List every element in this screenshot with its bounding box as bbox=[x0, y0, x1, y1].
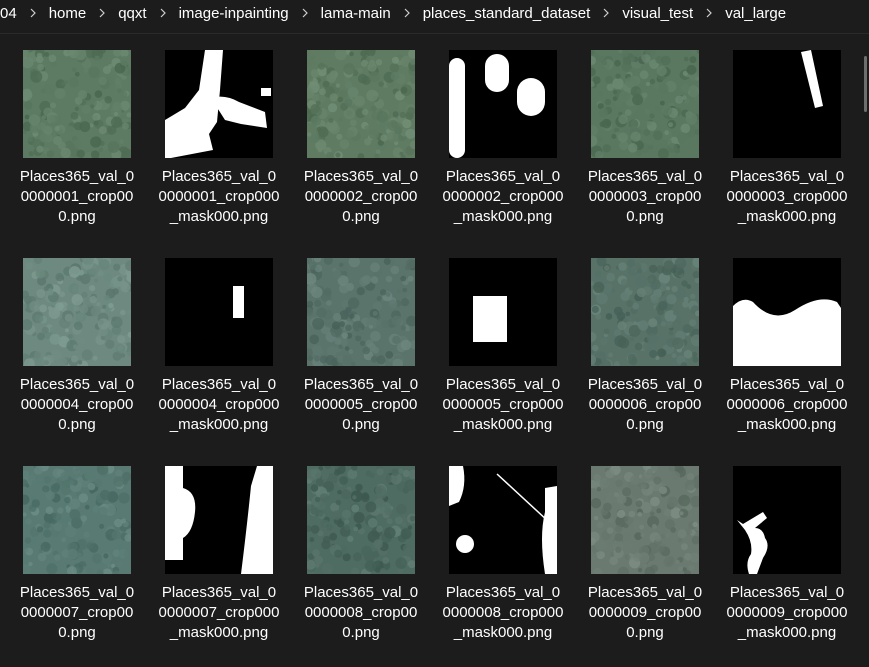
chevron-right-icon[interactable] bbox=[290, 0, 320, 26]
image-thumbnail[interactable] bbox=[23, 50, 131, 158]
breadcrumb-item[interactable]: lama-main bbox=[320, 5, 392, 22]
image-thumbnail[interactable] bbox=[591, 258, 699, 366]
file-tile[interactable]: Places365_val_00000003_crop000.png bbox=[574, 38, 716, 246]
file-name: Places365_val_00000008_crop000_mask000.p… bbox=[442, 584, 564, 641]
file-name: Places365_val_00000004_crop000.png bbox=[19, 376, 135, 433]
file-name: Places365_val_00000002_crop000_mask000.p… bbox=[442, 168, 564, 225]
file-name: Places365_val_00000003_crop000.png bbox=[587, 168, 703, 225]
file-name: Places365_val_00000007_crop000_mask000.p… bbox=[158, 584, 280, 641]
mask-thumbnail[interactable] bbox=[733, 50, 841, 158]
breadcrumb-item[interactable]: visual_test bbox=[621, 5, 694, 22]
file-tile[interactable]: Places365_val_00000004_crop000.png bbox=[6, 246, 148, 454]
mask-thumbnail[interactable] bbox=[165, 50, 273, 158]
breadcrumb-item[interactable]: image-inpainting bbox=[178, 5, 290, 22]
chevron-right-icon[interactable] bbox=[148, 0, 178, 26]
image-thumbnail[interactable] bbox=[591, 466, 699, 574]
mask-thumbnail[interactable] bbox=[165, 258, 273, 366]
file-tile[interactable]: Places365_val_00000008_crop000_mask000.p… bbox=[432, 454, 574, 662]
vertical-scrollbar[interactable] bbox=[862, 36, 869, 667]
file-tile[interactable]: Places365_val_00000001_crop000.png bbox=[6, 38, 148, 246]
image-thumbnail[interactable] bbox=[591, 50, 699, 158]
chevron-right-icon[interactable] bbox=[18, 0, 48, 26]
file-name: Places365_val_00000005_crop000.png bbox=[303, 376, 419, 433]
file-name: Places365_val_00000001_crop000.png bbox=[19, 168, 135, 225]
file-tile[interactable]: Places365_val_00000005_crop000.png bbox=[290, 246, 432, 454]
mask-thumbnail[interactable] bbox=[449, 258, 557, 366]
file-tile[interactable]: Places365_val_00000009_crop000_mask000.p… bbox=[716, 454, 858, 662]
file-name: Places365_val_00000006_crop000.png bbox=[587, 376, 703, 433]
file-name: Places365_val_00000009_crop000.png bbox=[587, 584, 703, 641]
file-name: Places365_val_00000008_crop000.png bbox=[303, 584, 419, 641]
breadcrumb-item[interactable]: val_large bbox=[724, 5, 787, 22]
mask-thumbnail[interactable] bbox=[733, 258, 841, 366]
image-thumbnail[interactable] bbox=[23, 258, 131, 366]
image-thumbnail[interactable] bbox=[307, 466, 415, 574]
chevron-right-icon[interactable] bbox=[87, 0, 117, 26]
file-tile[interactable]: Places365_val_00000007_crop000.png bbox=[6, 454, 148, 662]
file-name: Places365_val_00000007_crop000.png bbox=[19, 584, 135, 641]
file-name: Places365_val_00000009_crop000_mask000.p… bbox=[726, 584, 848, 641]
chevron-right-icon[interactable] bbox=[694, 0, 724, 26]
file-name: Places365_val_00000002_crop000.png bbox=[303, 168, 419, 225]
file-tile[interactable]: Places365_val_00000003_crop000_mask000.p… bbox=[716, 38, 858, 246]
file-tile[interactable]: Places365_val_00000008_crop000.png bbox=[290, 454, 432, 662]
divider bbox=[0, 33, 869, 34]
file-tile[interactable]: Places365_val_00000006_crop000_mask000.p… bbox=[716, 246, 858, 454]
chevron-right-icon[interactable] bbox=[591, 0, 621, 26]
breadcrumb-item[interactable]: qqxt bbox=[117, 5, 147, 22]
breadcrumb-item[interactable]: home bbox=[48, 5, 88, 22]
mask-thumbnail[interactable] bbox=[449, 466, 557, 574]
chevron-right-icon[interactable] bbox=[392, 0, 422, 26]
file-tile[interactable]: Places365_val_00000002_crop000_mask000.p… bbox=[432, 38, 574, 246]
image-thumbnail[interactable] bbox=[307, 258, 415, 366]
file-tile[interactable]: Places365_val_00000002_crop000.png bbox=[290, 38, 432, 246]
scrollbar-thumb[interactable] bbox=[864, 56, 867, 112]
file-name: Places365_val_00000005_crop000_mask000.p… bbox=[442, 376, 564, 433]
breadcrumb-item[interactable]: 04 bbox=[0, 5, 18, 22]
file-name: Places365_val_00000006_crop000_mask000.p… bbox=[726, 376, 848, 433]
image-thumbnail[interactable] bbox=[23, 466, 131, 574]
file-name: Places365_val_00000004_crop000_mask000.p… bbox=[158, 376, 280, 433]
breadcrumb-item[interactable]: places_standard_dataset bbox=[422, 5, 592, 22]
file-tile[interactable]: Places365_val_00000004_crop000_mask000.p… bbox=[148, 246, 290, 454]
breadcrumb: 04 home qqxt image-inpainting lama-main place… bbox=[0, 0, 869, 26]
file-tile[interactable]: Places365_val_00000001_crop000_mask000.p… bbox=[148, 38, 290, 246]
mask-thumbnail[interactable] bbox=[449, 50, 557, 158]
file-name: Places365_val_00000001_crop000_mask000.p… bbox=[158, 168, 280, 225]
file-name: Places365_val_00000003_crop000_mask000.p… bbox=[726, 168, 848, 225]
file-tile[interactable]: Places365_val_00000005_crop000_mask000.p… bbox=[432, 246, 574, 454]
file-tile[interactable]: Places365_val_00000009_crop000.png bbox=[574, 454, 716, 662]
file-tile[interactable]: Places365_val_00000007_crop000_mask000.p… bbox=[148, 454, 290, 662]
mask-thumbnail[interactable] bbox=[733, 466, 841, 574]
file-tile[interactable]: Places365_val_00000006_crop000.png bbox=[574, 246, 716, 454]
image-thumbnail[interactable] bbox=[307, 50, 415, 158]
file-grid: Places365_val_00000001_crop000.png Place… bbox=[6, 38, 856, 662]
mask-thumbnail[interactable] bbox=[165, 466, 273, 574]
